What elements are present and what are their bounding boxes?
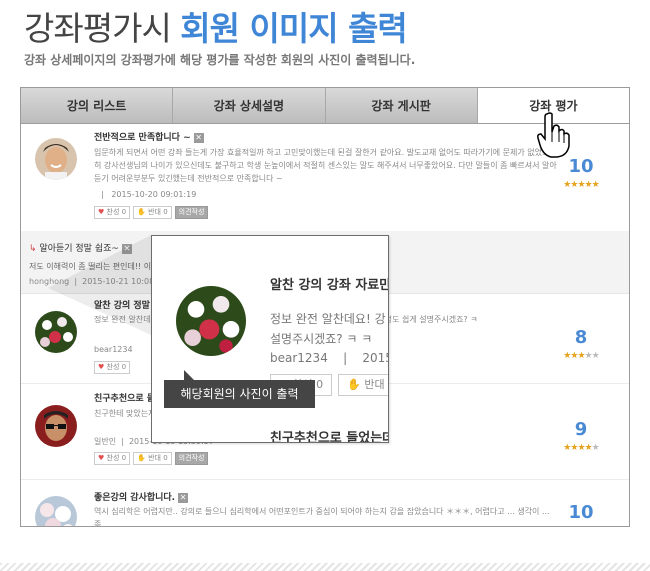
review-score: 10 xyxy=(568,156,594,177)
star-empty-icon: ★ xyxy=(584,351,593,361)
star-filled-icon: ★ xyxy=(577,443,585,453)
like-button[interactable]: ♥ 찬성 0 xyxy=(94,206,131,219)
review-title: 좋은강의 감사합니다. ✕ xyxy=(94,490,189,503)
review-date: 2015-10-20 09:01:19 xyxy=(111,190,197,199)
review-title-text: 전반적으로 만족합니다 ~ xyxy=(94,133,191,143)
review-body: 역시 심리학은 어렵지만.. 강의로 들으니 심리학에서 어떤포인트가 중심이 … xyxy=(94,507,550,527)
review-meta: bear1234 xyxy=(94,345,133,354)
star-filled-icon: ★ xyxy=(577,180,585,190)
review-score: 8 xyxy=(574,327,588,348)
heart-icon: ♥ xyxy=(98,454,105,462)
close-icon[interactable]: ✕ xyxy=(193,132,204,143)
popup-avatar xyxy=(176,286,246,356)
divider xyxy=(0,563,650,571)
avatar xyxy=(35,496,77,526)
review-score: 10 xyxy=(568,502,594,523)
reply-arrow-icon: ↳ xyxy=(29,244,37,254)
review-title-text: 좋은강의 감사합니다. xyxy=(94,493,176,503)
hand-cursor-icon xyxy=(537,112,571,158)
heart-icon: ♥ xyxy=(98,208,105,216)
dislike-button[interactable]: ✋ 반대 0 xyxy=(133,206,172,219)
page-title-highlight: 회원 이미지 출력 xyxy=(180,9,407,48)
thumb-down-icon: ✋ xyxy=(137,208,146,216)
review-actions: ♥ 찬성 0 ✋ 반대 0 의견작성 xyxy=(94,452,209,465)
like-button[interactable]: ♥ 찬성 0 xyxy=(94,361,131,374)
review-meta: | 2015-10-20 09:01:19 xyxy=(101,190,197,199)
star-filled-icon: ★ xyxy=(584,180,593,190)
star-rating: ★★★★★ xyxy=(556,351,606,361)
star-filled-icon: ★ xyxy=(591,180,600,190)
tab-lecture-list[interactable]: 강의 리스트 xyxy=(21,88,174,123)
close-icon[interactable]: ✕ xyxy=(178,492,189,503)
star-rating: ★★★★★ xyxy=(556,180,606,190)
review-score: 9 xyxy=(574,419,588,440)
page-title: 강좌평가시 회원 이미지 출력 xyxy=(24,2,408,50)
write-opinion-button[interactable]: 의견작성 xyxy=(174,452,209,465)
star-filled-icon: ★ xyxy=(584,443,593,453)
review-title: 전반적으로 만족합니다 ~ ✕ xyxy=(94,130,204,143)
tooltip: 해당회원의 사진이 출력 xyxy=(164,370,315,408)
review-actions: ♥ 찬성 0 xyxy=(94,361,131,374)
popup-title: 알찬 강의 강좌 자료만 xyxy=(270,278,389,293)
tab-course-detail[interactable]: 강좌 상세설명 xyxy=(173,88,326,123)
star-rating: ★★★★★ xyxy=(556,443,606,453)
star-empty-icon: ★ xyxy=(591,351,600,361)
thumb-down-icon: ✋ xyxy=(137,454,146,462)
star-empty-icon: ★ xyxy=(591,443,600,453)
popup-connector xyxy=(48,235,151,335)
review-actions: ♥ 찬성 0 ✋ 반대 0 의견작성 xyxy=(94,206,209,219)
dislike-button[interactable]: ✋ 반대 0 xyxy=(338,374,388,396)
review-body: 입문하게 되면서 어떤 강좌 들는게 가장 효율적일까 하고 고민맞이했는데 된… xyxy=(94,148,560,183)
heart-icon: ♥ xyxy=(98,363,105,371)
popup-body: 정보 완전 알찬데요! 강 설명주시겠죠? ㅋ ㅋ xyxy=(270,312,386,346)
popup-meta: bear1234 | 2015-1 xyxy=(270,351,388,365)
write-opinion-button[interactable]: 의견작성 xyxy=(174,206,209,219)
zoom-popup: 알찬 강의 강좌 자료만 정보 완전 알찬데요! 강 설명주시겠죠? ㅋ ㅋ be… xyxy=(151,235,389,443)
popup-next-title: 친구추천으로 들었는데 xyxy=(270,431,389,443)
avatar xyxy=(35,405,77,447)
like-button[interactable]: ♥ 찬성 0 xyxy=(94,452,131,465)
thumb-down-icon: ✋ xyxy=(347,378,361,391)
page-title-plain: 강좌평가시 xyxy=(24,9,181,48)
dislike-button[interactable]: ✋ 반대 0 xyxy=(133,452,172,465)
star-filled-icon: ★ xyxy=(577,351,585,361)
tab-course-board[interactable]: 강좌 게시판 xyxy=(326,88,478,123)
avatar xyxy=(35,138,77,180)
review-item: 좋은강의 감사합니다. ✕ 역시 심리학은 어렵지만.. 강의로 들으니 심리학에… xyxy=(21,484,629,527)
page-subtitle: 강좌 상세페이지의 강좌평가에 해당 평가를 작성한 회원의 사진이 출력됩니다… xyxy=(24,53,416,67)
